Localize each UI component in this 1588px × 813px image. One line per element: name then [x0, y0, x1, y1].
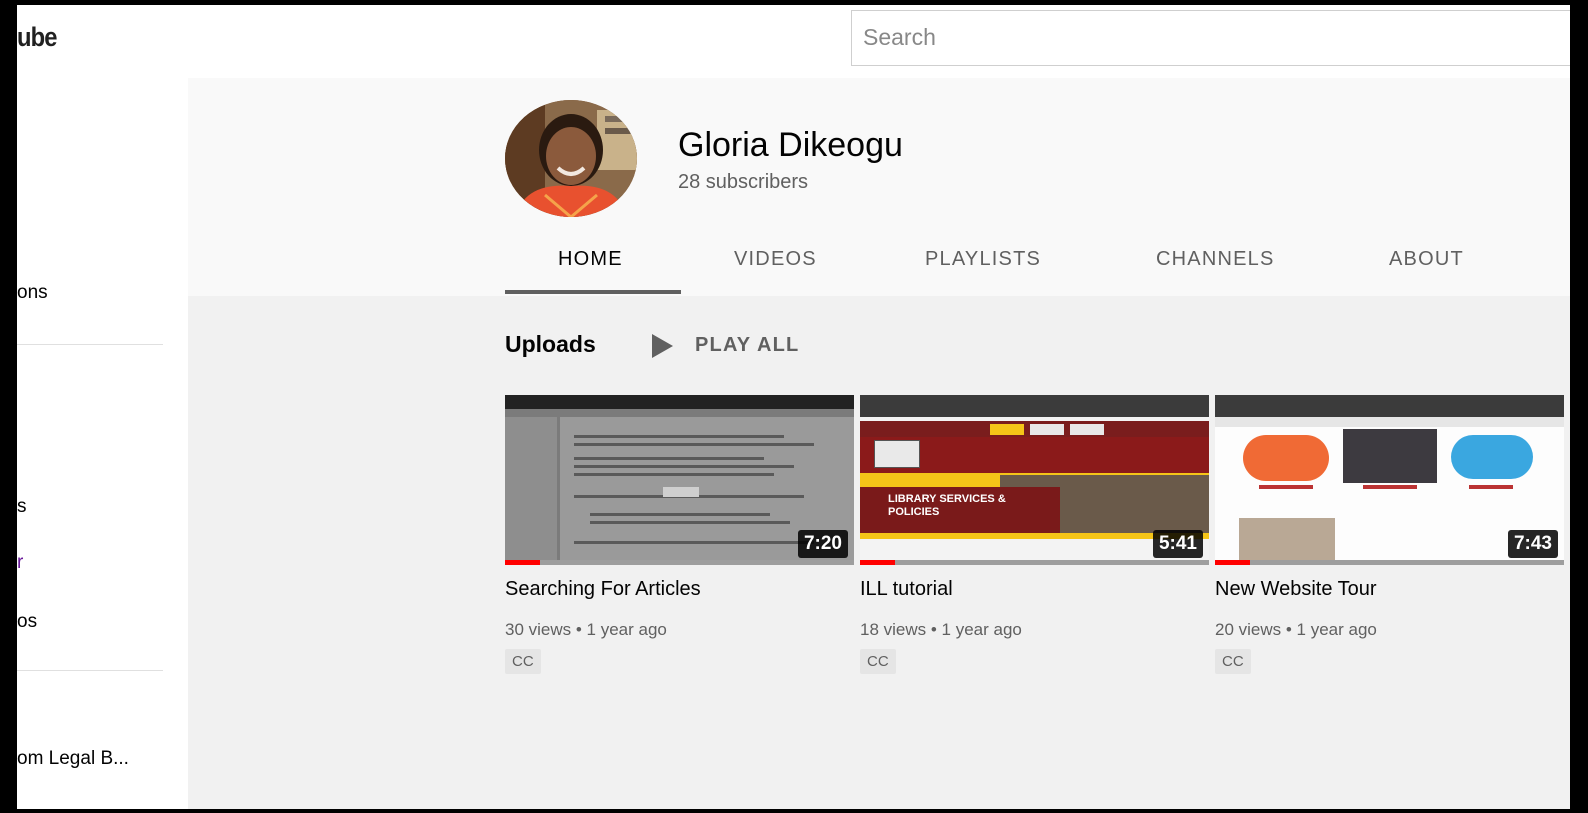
- thumbnail-browser-bar: [1215, 395, 1564, 417]
- play-all-button[interactable]: PLAY ALL: [695, 334, 799, 357]
- subscriber-count: 28 subscribers: [678, 171, 809, 193]
- thumbnail-photo: [1239, 518, 1335, 560]
- uploads-heading[interactable]: Uploads: [505, 331, 596, 358]
- channel-page: Gloria Dikeogu 28 subscribers HOME VIDEO…: [188, 78, 1570, 813]
- thumbnail-nav-button: [990, 424, 1024, 435]
- cc-badge: CC: [505, 649, 541, 674]
- sidebar-item-library-section[interactable]: s: [17, 496, 27, 518]
- video-duration: 7:43: [1507, 530, 1558, 558]
- video-metadata: 20 views • 1 year ago: [1215, 620, 1377, 639]
- tab-playlists[interactable]: PLAYLISTS: [925, 248, 1041, 271]
- video-thumbnail[interactable]: LIBRARY SERVICES & POLICIES 5:41: [860, 395, 1209, 565]
- video-duration: 7:20: [797, 530, 848, 558]
- sidebar-divider: [17, 670, 163, 671]
- sidebar-item-subscription-channel[interactable]: om Legal B...: [17, 748, 129, 770]
- video-title[interactable]: New Website Tour: [1215, 578, 1377, 601]
- progress-track: [505, 560, 854, 565]
- thumbnail-line: [574, 473, 774, 476]
- thumbnail-caption: [1259, 485, 1313, 489]
- watch-progress-bar: [1215, 560, 1250, 565]
- thumbnail-sidebar: [505, 417, 557, 565]
- sidebar-item-subscriptions[interactable]: ons: [17, 282, 48, 304]
- sidebar-divider: [17, 344, 163, 345]
- thumbnail-caption: [1363, 485, 1417, 489]
- sidebar-item-watch-later[interactable]: r: [17, 552, 23, 574]
- thumbnail-photo: [1343, 429, 1437, 483]
- progress-track: [860, 560, 1209, 565]
- youtube-logo[interactable]: ube: [17, 22, 57, 53]
- cc-badge: CC: [860, 649, 896, 674]
- play-icon[interactable]: [652, 334, 673, 358]
- thumbnail-nav-button: [1030, 424, 1064, 435]
- thumbnail-line: [590, 513, 770, 516]
- channel-avatar[interactable]: [505, 100, 637, 217]
- video-title[interactable]: Searching For Articles: [505, 578, 701, 601]
- thumbnail-line: [574, 435, 784, 438]
- sidebar: ons s r os om Legal B...: [17, 78, 188, 813]
- video-thumbnail[interactable]: 7:43: [1215, 395, 1564, 565]
- watch-progress-bar: [505, 560, 540, 565]
- video-duration: 5:41: [1152, 530, 1203, 558]
- thumbnail-dialog: [663, 487, 699, 497]
- thumbnail-line: [574, 465, 794, 468]
- tab-videos[interactable]: VIDEOS: [734, 248, 817, 271]
- video-metadata: 18 views • 1 year ago: [860, 620, 1022, 639]
- avatar-photo: [505, 100, 637, 217]
- thumbnail-line: [574, 457, 764, 460]
- search-input[interactable]: Search: [851, 10, 1581, 66]
- thumbnail-sketch: [874, 440, 920, 468]
- video-thumbnail[interactable]: 7:20: [505, 395, 854, 565]
- thumbnail-browser-bar: [860, 395, 1209, 417]
- thumbnail-line: [574, 443, 814, 446]
- thumbnail-address-bar: [1215, 417, 1564, 427]
- active-tab-indicator: [505, 290, 681, 294]
- video-card[interactable]: 7:43 New Website Tour 20 views • 1 year …: [1215, 395, 1564, 674]
- watch-progress-bar: [860, 560, 895, 565]
- video-metadata: 30 views • 1 year ago: [505, 620, 667, 639]
- thumbnail-cloud: [1451, 435, 1533, 479]
- tab-channels[interactable]: CHANNELS: [1156, 248, 1275, 271]
- sidebar-item-videos[interactable]: os: [17, 611, 37, 633]
- channel-name: Gloria Dikeogu: [678, 126, 903, 164]
- tab-home[interactable]: HOME: [558, 248, 623, 271]
- thumbnail-line: [590, 521, 790, 524]
- channel-header: Gloria Dikeogu 28 subscribers HOME VIDEO…: [188, 78, 1570, 296]
- thumbnail-nav-button: [1070, 424, 1104, 435]
- video-card[interactable]: LIBRARY SERVICES & POLICIES 5:41 ILL tut…: [860, 395, 1209, 674]
- thumbnail-caption: [1469, 485, 1513, 489]
- tab-about[interactable]: ABOUT: [1389, 248, 1464, 271]
- thumbnail-cloud: [1243, 435, 1329, 481]
- progress-track: [1215, 560, 1564, 565]
- video-card[interactable]: 7:20 Searching For Articles 30 views • 1…: [505, 395, 854, 674]
- thumbnail-browser-bar: [505, 395, 854, 409]
- cc-badge: CC: [1215, 649, 1251, 674]
- thumbnail-banner: LIBRARY SERVICES & POLICIES: [860, 487, 1060, 533]
- thumbnail-line: [574, 541, 814, 544]
- video-title[interactable]: ILL tutorial: [860, 578, 953, 601]
